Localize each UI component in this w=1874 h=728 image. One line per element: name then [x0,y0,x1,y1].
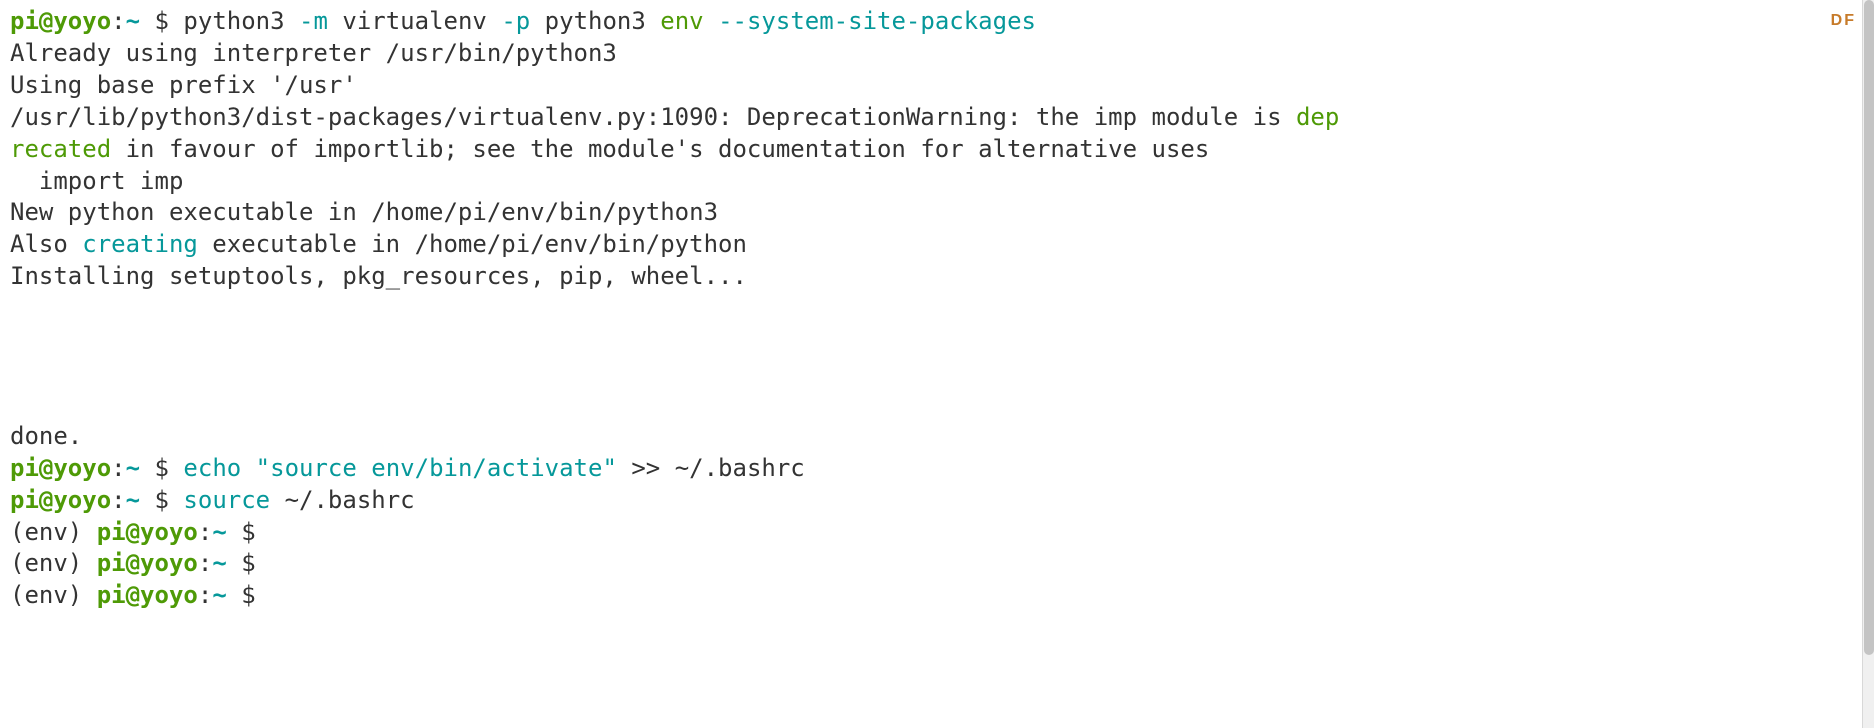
output-line: Installing setuptools, pkg_resources, pi… [10,262,747,290]
prompt-user: pi@yoyo [97,518,198,546]
df-badge: DF [1831,10,1856,31]
output-line: Also creating executable in /home/pi/env… [10,230,747,258]
line-1: pi@yoyo:~ $ python3 -m virtualenv -p pyt… [10,7,1036,35]
prompt-colon: : [198,518,212,546]
output-line: recated in favour of importlib; see the … [10,135,1209,163]
cmd-echo: echo [183,454,255,482]
warn-b: in favour of importlib; see the module's… [111,135,1209,163]
output-line: Using base prefix '/usr' [10,71,357,99]
prompt-colon: : [198,549,212,577]
warn-recated: recated [10,135,111,163]
cmd-text: python3 [183,7,299,35]
o6-creating: creating [82,230,198,258]
prompt-colon: : [111,7,125,35]
prompt-dollar: $ [241,581,270,609]
vertical-scrollbar[interactable] [1862,0,1874,728]
prompt-dollar: $ [155,486,184,514]
o6-a: Also [10,230,82,258]
venv-prefix: (env) [10,581,97,609]
prompt-path: ~ [126,486,155,514]
venv-prefix: (env) [10,549,97,577]
prompt-dollar: $ [241,518,270,546]
line-6: (env) pi@yoyo:~ $ [10,581,270,609]
output-line: done. [10,422,82,450]
prompt-user: pi@yoyo [10,7,111,35]
redir-tail: >> ~/.bashrc [617,454,805,482]
output-line: /usr/lib/python3/dist-packages/virtualen… [10,103,1339,131]
line-2: pi@yoyo:~ $ echo "source env/bin/activat… [10,454,805,482]
output-line: Already using interpreter /usr/bin/pytho… [10,39,617,67]
space [704,7,718,35]
prompt-user: pi@yoyo [10,486,111,514]
env-arg: env [660,7,703,35]
prompt-dollar: $ [155,7,184,35]
prompt-path: ~ [212,581,241,609]
quoted-str: "source env/bin/activate" [256,454,617,482]
prompt-user: pi@yoyo [97,549,198,577]
warn-dep: dep [1296,103,1339,131]
venv-prefix: (env) [10,518,97,546]
prompt-dollar: $ [155,454,184,482]
mid-text: virtualenv [328,7,501,35]
prompt-path: ~ [126,454,155,482]
opt-m: -m [299,7,328,35]
prompt-user: pi@yoyo [10,454,111,482]
prompt-colon: : [198,581,212,609]
line-3: pi@yoyo:~ $ source ~/.bashrc [10,486,415,514]
line-5: (env) pi@yoyo:~ $ [10,549,270,577]
after-p: python3 [530,7,660,35]
prompt-user: pi@yoyo [97,581,198,609]
prompt-colon: : [111,486,125,514]
output-line: import imp [10,167,183,195]
prompt-dollar: $ [241,549,270,577]
source-tail: ~/.bashrc [270,486,415,514]
opt-ssp: --system-site-packages [718,7,1036,35]
warn-a: /usr/lib/python3/dist-packages/virtualen… [10,103,1296,131]
prompt-path: ~ [126,7,155,35]
o6-b: executable in /home/pi/env/bin/python [198,230,747,258]
opt-p: -p [501,7,530,35]
scrollbar-thumb[interactable] [1864,0,1874,655]
output-line: New python executable in /home/pi/env/bi… [10,198,718,226]
prompt-colon: : [111,454,125,482]
prompt-path: ~ [212,518,241,546]
terminal-output[interactable]: pi@yoyo:~ $ python3 -m virtualenv -p pyt… [10,6,1864,612]
cmd-source: source [183,486,270,514]
prompt-path: ~ [212,549,241,577]
line-4: (env) pi@yoyo:~ $ [10,518,270,546]
